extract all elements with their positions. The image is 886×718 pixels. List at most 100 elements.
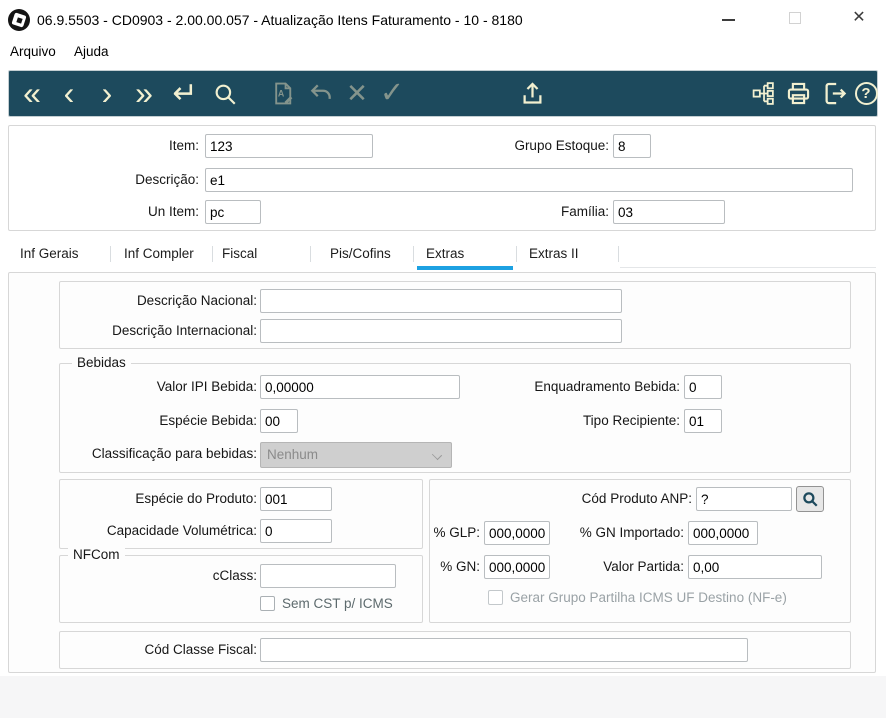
search-button[interactable] (209, 71, 241, 116)
header-panel: Item: Grupo Estoque: Descrição: Un Item:… (8, 125, 876, 231)
enter-button[interactable]: ↵ (167, 71, 203, 116)
tab-inf-gerais[interactable]: Inf Gerais (20, 240, 79, 268)
tab-divider (413, 246, 414, 262)
bebidas-legend: Bebidas (72, 355, 131, 370)
sem-cst-checkbox[interactable] (260, 596, 275, 611)
tree-button[interactable] (747, 71, 779, 116)
gn-importado-input[interactable] (688, 521, 758, 545)
print-button[interactable] (781, 71, 815, 116)
gn-input[interactable] (484, 555, 550, 579)
sem-cst-label: Sem CST p/ ICMS (282, 596, 393, 611)
tab-extras-ii[interactable]: Extras II (529, 240, 579, 268)
undo-icon (310, 84, 331, 99)
help-icon: ? (854, 82, 878, 105)
item-label: Item: (168, 138, 199, 153)
descricao-input[interactable] (205, 168, 853, 192)
familia-input[interactable] (613, 200, 725, 224)
gn-importado-label: % GN Importado: (579, 525, 684, 540)
nav-first-button[interactable]: « (15, 71, 49, 116)
menu-ajuda[interactable]: Ajuda (68, 40, 115, 66)
tab-fiscal[interactable]: Fiscal (222, 240, 257, 268)
app-window: 06.9.5503 - CD0903 - 2.00.00.057 - Atual… (0, 0, 886, 718)
tab-pis-cofins[interactable]: Pis/Cofins (330, 240, 391, 268)
menu-arquivo[interactable]: Arquivo (4, 40, 62, 66)
enquadramento-bebida-input[interactable] (684, 375, 722, 399)
cclass-input[interactable] (260, 564, 396, 588)
edit-button[interactable]: A (267, 71, 299, 116)
classificacao-bebidas-select[interactable]: Nenhum (260, 442, 452, 468)
workflow-tree-icon (752, 82, 774, 105)
help-button[interactable]: ? (851, 71, 881, 116)
close-button[interactable]: ✕ (836, 0, 882, 36)
status-bar (0, 676, 886, 718)
tab-divider (310, 246, 311, 262)
menubar: Arquivo Ajuda (0, 40, 886, 66)
gerar-grupo-partilha-label: Gerar Grupo Partilha ICMS UF Destino (NF… (510, 590, 787, 605)
search-icon (803, 492, 818, 507)
especie-bebida-label: Espécie Bebida: (159, 413, 257, 428)
cclass-label: cClass: (212, 568, 257, 583)
minimize-button[interactable] (705, 0, 751, 36)
tipo-recipiente-input[interactable] (684, 409, 722, 433)
exit-button[interactable] (817, 71, 851, 116)
logout-icon (825, 82, 846, 105)
descriptions-box: Descrição Nacional: Descrição Internacio… (59, 281, 851, 349)
minimize-icon (721, 19, 735, 21)
cancel-button[interactable]: ✕ (341, 71, 373, 116)
confirm-button[interactable]: ✓ (375, 71, 409, 116)
valor-partida-input[interactable] (688, 555, 822, 579)
tipo-recipiente-label: Tipo Recipiente: (582, 413, 680, 428)
anp-box: Cód Produto ANP: % GLP: % GN Importado: … (429, 479, 851, 623)
descricao-internacional-input[interactable] (260, 319, 622, 343)
cod-produto-anp-label: Cód Produto ANP: (581, 491, 692, 506)
edit-document-icon: A (274, 82, 292, 105)
cod-classe-fiscal-label: Cód Classe Fiscal: (144, 642, 257, 657)
capacidade-volumetrica-input[interactable] (260, 519, 332, 543)
tab-inf-compler[interactable]: Inf Compler (124, 240, 194, 268)
tab-divider (110, 246, 111, 262)
especie-bebida-input[interactable] (260, 409, 298, 433)
search-icon (215, 84, 236, 105)
gerar-grupo-partilha-checkbox[interactable] (488, 590, 503, 605)
printer-icon (787, 82, 809, 105)
cod-classe-fiscal-input[interactable] (260, 638, 748, 662)
glp-input[interactable] (484, 521, 550, 545)
nav-prev-button[interactable]: ‹ (55, 71, 83, 116)
upload-icon (523, 82, 541, 104)
item-input[interactable] (205, 134, 373, 158)
svg-text:A: A (277, 89, 284, 99)
classificacao-bebidas-value: Nenhum (267, 447, 319, 462)
un-item-label: Un Item: (147, 204, 199, 219)
nav-next-button[interactable]: › (93, 71, 121, 116)
tab-divider (618, 246, 619, 262)
bebidas-fieldset: Bebidas Valor IPI Bebida: Enquadramento … (59, 355, 851, 473)
extras-tab-page: Descrição Nacional: Descrição Internacio… (8, 272, 876, 673)
cod-produto-anp-input[interactable] (696, 487, 792, 511)
tab-divider (516, 246, 517, 262)
titlebar: 06.9.5503 - CD0903 - 2.00.00.057 - Atual… (0, 0, 886, 40)
nav-last-button[interactable]: » (127, 71, 161, 116)
valor-ipi-bebida-label: Valor IPI Bebida: (156, 379, 257, 394)
tab-divider (212, 246, 213, 262)
grupo-estoque-input[interactable] (613, 134, 651, 158)
gn-label: % GN: (440, 559, 480, 574)
window-title: 06.9.5503 - CD0903 - 2.00.00.057 - Atual… (37, 12, 523, 28)
descricao-nacional-input[interactable] (260, 289, 622, 313)
familia-label: Família: (560, 204, 609, 219)
capacidade-volumetrica-label: Capacidade Volumétrica: (106, 523, 257, 538)
especie-produto-input[interactable] (260, 487, 332, 511)
glp-label: % GLP: (433, 525, 480, 540)
valor-ipi-bebida-input[interactable] (260, 375, 460, 399)
enquadramento-bebida-label: Enquadramento Bebida: (534, 379, 680, 394)
undo-button[interactable] (305, 71, 337, 116)
produto-box: Espécie do Produto: Capacidade Volumétri… (59, 479, 423, 549)
maximize-icon (789, 12, 801, 24)
classe-fiscal-box: Cód Classe Fiscal: (59, 631, 851, 669)
close-icon: ✕ (852, 9, 866, 26)
un-item-input[interactable] (205, 200, 261, 224)
upload-button[interactable] (514, 71, 550, 116)
maximize-button[interactable] (772, 0, 818, 36)
nfcom-legend: NFCom (68, 547, 125, 562)
tab-extras[interactable]: Extras (426, 240, 464, 268)
anp-search-button[interactable] (796, 486, 824, 512)
